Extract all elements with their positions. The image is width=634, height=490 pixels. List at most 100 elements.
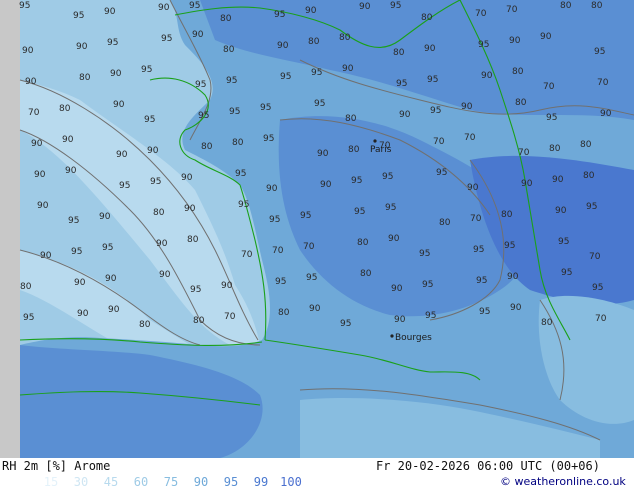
contour-label: 70	[464, 133, 476, 143]
contour-label: 95	[419, 249, 430, 259]
contour-label: 95	[306, 273, 317, 283]
contour-label: 90	[105, 274, 117, 284]
contour-label: 90	[147, 146, 159, 156]
valid-time: Fr 20-02-2026 06:00 UTC (00+06)	[376, 459, 600, 473]
contour-label: 95	[274, 10, 285, 20]
contour-label: 80	[512, 67, 524, 77]
contour-label: 90	[25, 77, 37, 87]
contour-label: 95	[390, 1, 401, 11]
contour-label: 90	[156, 239, 168, 249]
legend-item: 60	[133, 475, 149, 489]
contour-label: 95	[311, 68, 322, 78]
rh-map: 95 95 90 90 95 80 95 90 90 95 80 70 70 80 80 90 90 95 95 90…	[0, 0, 634, 458]
legend-item: 15	[43, 475, 59, 489]
contour-label: 90	[507, 272, 519, 282]
contour-label: 95	[382, 172, 393, 182]
contour-label: 95	[425, 311, 436, 321]
contour-label: 70	[506, 5, 518, 15]
contour-label: 95	[195, 80, 206, 90]
contour-label: 95	[354, 207, 365, 217]
contour-label: 95	[280, 72, 291, 82]
contour-label: 90	[76, 42, 88, 52]
contour-label: 95	[119, 181, 130, 191]
contour-label: 90	[320, 180, 332, 190]
contour-label: 90	[521, 179, 533, 189]
contour-label: 80	[153, 208, 165, 218]
contour-label: 80	[515, 98, 527, 108]
contour-label: 95	[592, 283, 603, 293]
contour-label: 95	[473, 245, 484, 255]
contour-label: 70	[543, 82, 555, 92]
contour-label: 90	[113, 100, 125, 110]
contour-label: 80	[308, 37, 320, 47]
color-legend: 15 30 45 60 75 90 95 99 100	[36, 475, 306, 489]
contour-label: 95	[198, 111, 209, 121]
contour-label: 80	[223, 45, 235, 55]
legend-item: 90	[193, 475, 209, 489]
contour-label: 95	[263, 134, 274, 144]
contour-label: 80	[339, 33, 351, 43]
contour-label: 95	[161, 34, 172, 44]
contour-label: 90	[77, 309, 89, 319]
contour-label: 80	[59, 104, 71, 114]
contour-label: 95	[546, 113, 557, 123]
contour-label: 95	[314, 99, 325, 109]
contour-label: 95	[436, 168, 447, 178]
contour-label: 95	[189, 1, 200, 11]
contour-label: 95	[150, 177, 161, 187]
contour-label: 90	[65, 166, 77, 176]
credit-link[interactable]: © weatheronline.co.uk	[500, 475, 626, 488]
contour-label: 90	[74, 278, 86, 288]
contour-label: 70	[589, 252, 601, 262]
contour-label: 90	[22, 46, 34, 56]
contour-label: 95	[422, 280, 433, 290]
contour-label: 95	[73, 11, 84, 21]
legend-item: 100	[280, 475, 302, 489]
contour-label: 95	[351, 176, 362, 186]
contour-label: 70	[303, 242, 315, 252]
contour-label: 80	[139, 320, 151, 330]
contour-label: 95	[141, 65, 152, 75]
contour-label: 90	[309, 304, 321, 314]
product-title: RH 2m [%] Arome	[2, 459, 111, 473]
contour-label: 90	[317, 149, 329, 159]
contour-label: 80	[79, 73, 91, 83]
contour-label: 80	[580, 140, 592, 150]
contour-label: 90	[34, 170, 46, 180]
contour-label: 90	[467, 183, 479, 193]
contour-label: 90	[99, 212, 111, 222]
contour-label: 95	[238, 200, 249, 210]
contour-label: 90	[266, 184, 278, 194]
contour-label: 95	[19, 1, 30, 11]
legend-item: 95	[223, 475, 239, 489]
legend-item: 45	[103, 475, 119, 489]
contour-label: 95	[275, 277, 286, 287]
contour-label: 90	[509, 36, 521, 46]
contour-label: 95	[300, 211, 311, 221]
contour-label: 95	[269, 215, 280, 225]
contour-label: 90	[552, 175, 564, 185]
contour-label: 90	[62, 135, 74, 145]
contour-label: 90	[359, 2, 371, 12]
outside-domain-strip	[0, 0, 20, 458]
contour-label: 70	[241, 250, 253, 260]
contour-label: 80	[345, 114, 357, 124]
contour-label: 80	[278, 308, 290, 318]
contour-label: 90	[158, 3, 170, 13]
contour-label: 95	[427, 75, 438, 85]
contour-label: 90	[184, 204, 196, 214]
contour-label: 95	[340, 319, 351, 329]
contour-label: 80	[357, 238, 369, 248]
contour-label: 95	[478, 40, 489, 50]
contour-label: 95	[144, 115, 155, 125]
contour-label: 80	[348, 145, 360, 155]
contour-label: 90	[110, 69, 122, 79]
contour-label: 95	[229, 107, 240, 117]
contour-label: 95	[430, 106, 441, 116]
contour-label: 95	[23, 313, 34, 323]
city-bourges-label: Bourges	[395, 333, 432, 343]
contour-label: 80	[501, 210, 513, 220]
contour-label: 80	[549, 144, 561, 154]
contour-label: 70	[475, 9, 487, 19]
legend-item: 99	[253, 475, 269, 489]
